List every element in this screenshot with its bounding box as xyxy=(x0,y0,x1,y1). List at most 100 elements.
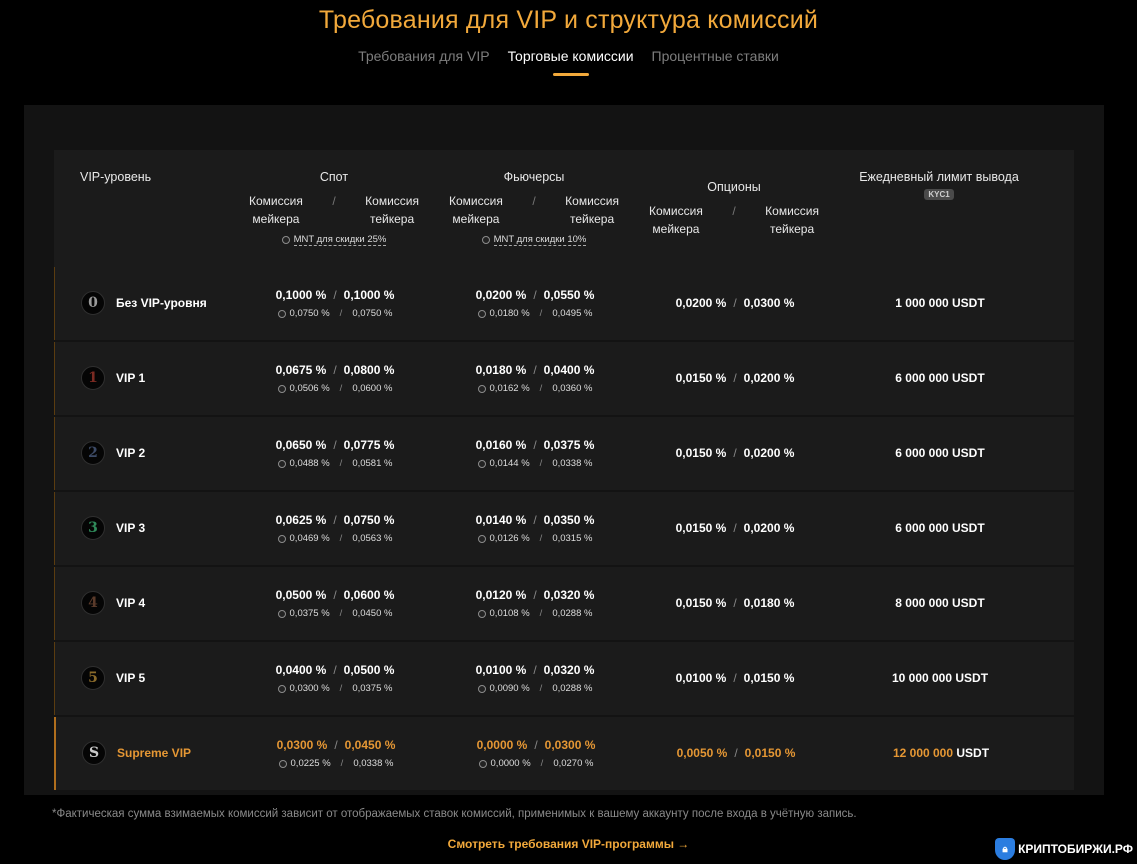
futures-taker-discount: 0,0315 % xyxy=(552,533,593,544)
tabs: Требования для VIP Торговые комиссии Про… xyxy=(0,48,1137,70)
tab-vip-requirements[interactable]: Требования для VIP xyxy=(358,48,489,70)
spot-taker-fee: 0,0500 % xyxy=(343,663,395,677)
vip-level-name: VIP 1 xyxy=(116,371,146,385)
futures-fees: 0,0140 % / 0,0350 % 0,0126 % / 0,0315 % xyxy=(475,513,595,544)
options-taker-fee: 0,0200 % xyxy=(743,446,795,460)
vip-level-cell: 3 VIP 3 xyxy=(81,516,145,540)
spot-maker-fee: 0,1000 % xyxy=(275,288,327,302)
mnt-coin-icon xyxy=(277,534,286,543)
futures-taker-discount: 0,0288 % xyxy=(552,608,593,619)
fees-panel: VIP-уровень Спот Комиссия мейкера / Комис… xyxy=(24,105,1104,795)
spot-fees: 0,0500 % / 0,0600 % 0,0375 % / 0,0450 % xyxy=(275,588,395,619)
futures-taker-discount: 0,0338 % xyxy=(552,458,593,469)
header-options-taker: Комиссия тейкера xyxy=(765,204,819,236)
vip-badge-icon: 5 xyxy=(81,666,105,690)
header-futures-maker: Комиссия мейкера xyxy=(449,194,503,226)
header-spot-title: Спот xyxy=(319,170,349,184)
futures-fees: 0,0100 % / 0,0320 % 0,0090 % / 0,0288 % xyxy=(475,663,595,694)
table-row: 0 Без VIP-уровня 0,1000 % / 0,1000 % 0,0… xyxy=(54,267,1074,340)
tab-trading-fees[interactable]: Торговые комиссии xyxy=(508,48,634,70)
spot-maker-fee: 0,0675 % xyxy=(275,363,327,377)
mnt-coin-icon xyxy=(477,684,486,693)
options-taker-fee: 0,0200 % xyxy=(743,521,795,535)
spot-maker-discount: 0,0488 % xyxy=(289,458,330,469)
withdraw-limit: 10 000 000 USDT xyxy=(891,671,989,685)
futures-taker-discount: 0,0270 % xyxy=(553,758,594,769)
vip-level-name: VIP 5 xyxy=(116,671,146,685)
options-maker-fee: 0,0150 % xyxy=(675,596,727,610)
vip-badge-icon: S xyxy=(82,741,106,765)
futures-maker-discount: 0,0144 % xyxy=(489,458,530,469)
spot-taker-fee: 0,0600 % xyxy=(343,588,395,602)
spot-taker-fee: 0,0800 % xyxy=(343,363,395,377)
spot-maker-discount: 0,0375 % xyxy=(289,608,330,619)
options-fees: 0,0150 % / 0,0200 % xyxy=(675,521,795,535)
vip-badge-icon: 3 xyxy=(81,516,105,540)
mnt-coin-icon xyxy=(278,759,287,768)
futures-fees: 0,0160 % / 0,0375 % 0,0144 % / 0,0338 % xyxy=(475,438,595,469)
futures-maker-fee: 0,0200 % xyxy=(475,288,527,302)
spot-maker-discount: 0,0469 % xyxy=(289,533,330,544)
spot-maker-discount: 0,0225 % xyxy=(290,758,331,769)
header-futures: Фьючерсы Комиссия мейкера / Комиссия тейке… xyxy=(449,170,619,246)
futures-taker-discount: 0,0288 % xyxy=(552,683,593,694)
options-fees: 0,0150 % / 0,0200 % xyxy=(675,371,795,385)
futures-maker-discount: 0,0090 % xyxy=(489,683,530,694)
spot-fees: 0,0625 % / 0,0750 % 0,0469 % / 0,0563 % xyxy=(275,513,395,544)
spot-fees: 0,0675 % / 0,0800 % 0,0506 % / 0,0600 % xyxy=(275,363,395,394)
header-futures-title: Фьючерсы xyxy=(503,170,565,184)
spot-taker-discount: 0,0450 % xyxy=(352,608,393,619)
mnt-coin-icon xyxy=(477,609,486,618)
vip-requirements-link[interactable]: Смотреть требования VIP-программы → xyxy=(0,837,1137,851)
withdraw-limit: 6 000 000 USDT xyxy=(895,446,985,460)
futures-maker-fee: 0,0140 % xyxy=(475,513,527,527)
withdraw-limit: 8 000 000 USDT xyxy=(895,596,985,610)
futures-taker-fee: 0,0300 % xyxy=(544,738,596,752)
spot-taker-discount: 0,0375 % xyxy=(352,683,393,694)
spot-maker-fee: 0,0650 % xyxy=(275,438,327,452)
futures-fees: 0,0120 % / 0,0320 % 0,0108 % / 0,0288 % xyxy=(475,588,595,619)
lock-shield-icon: 🔒︎ xyxy=(995,838,1016,860)
spot-taker-discount: 0,0338 % xyxy=(353,758,394,769)
spot-taker-discount: 0,0600 % xyxy=(352,383,393,394)
vip-badge-icon: 0 xyxy=(81,291,105,315)
mnt-coin-icon xyxy=(478,759,487,768)
spot-maker-fee: 0,0625 % xyxy=(275,513,327,527)
vip-level-cell: 2 VIP 2 xyxy=(81,441,145,465)
futures-maker-fee: 0,0100 % xyxy=(475,663,527,677)
options-maker-fee: 0,0150 % xyxy=(675,446,727,460)
options-taker-fee: 0,0150 % xyxy=(743,671,795,685)
header-spot: Спот Комиссия мейкера / Комиссия тейкера M… xyxy=(249,170,419,246)
vip-badge-icon: 1 xyxy=(81,366,105,390)
spot-taker-fee: 0,0775 % xyxy=(343,438,395,452)
futures-taker-discount: 0,0360 % xyxy=(552,383,593,394)
vip-level-cell: 1 VIP 1 xyxy=(81,366,145,390)
table-row: 2 VIP 2 0,0650 % / 0,0775 % 0,0488 % / 0… xyxy=(54,417,1074,490)
mnt-coin-icon xyxy=(481,236,490,244)
spot-fees: 0,1000 % / 0,1000 % 0,0750 % / 0,0750 % xyxy=(275,288,395,319)
options-fees: 0,0050 % / 0,0150 % xyxy=(676,746,796,760)
header-vip-level: VIP-уровень xyxy=(80,170,152,184)
spot-taker-discount: 0,0563 % xyxy=(352,533,393,544)
futures-taker-fee: 0,0550 % xyxy=(543,288,595,302)
futures-taker-fee: 0,0320 % xyxy=(543,663,595,677)
spot-mnt-discount[interactable]: MNT для скидки 25% xyxy=(249,234,419,246)
options-fees: 0,0150 % / 0,0180 % xyxy=(675,596,795,610)
spot-taker-discount: 0,0750 % xyxy=(352,308,393,319)
header-withdraw-limit: Ежедневный лимит вывода KYC1 xyxy=(859,170,1019,200)
withdraw-limit: 1 000 000 USDT xyxy=(895,296,985,310)
table-body: 0 Без VIP-уровня 0,1000 % / 0,1000 % 0,0… xyxy=(54,267,1074,790)
mnt-coin-icon xyxy=(277,459,286,468)
futures-taker-fee: 0,0350 % xyxy=(543,513,595,527)
futures-mnt-discount[interactable]: MNT для скидки 10% xyxy=(449,234,619,246)
futures-maker-fee: 0,0000 % xyxy=(476,738,528,752)
watermark: 🔒︎ КРИПТОБИРЖИ.РФ xyxy=(995,838,1133,860)
mnt-coin-icon xyxy=(281,236,290,244)
mnt-coin-icon xyxy=(477,309,486,318)
header-options-title: Опционы xyxy=(707,180,761,194)
spot-taker-fee: 0,1000 % xyxy=(343,288,395,302)
futures-maker-discount: 0,0162 % xyxy=(489,383,530,394)
withdraw-limit: 6 000 000 USDT xyxy=(895,371,985,385)
options-maker-fee: 0,0050 % xyxy=(676,746,728,760)
tab-interest-rates[interactable]: Процентные ставки xyxy=(652,48,779,70)
